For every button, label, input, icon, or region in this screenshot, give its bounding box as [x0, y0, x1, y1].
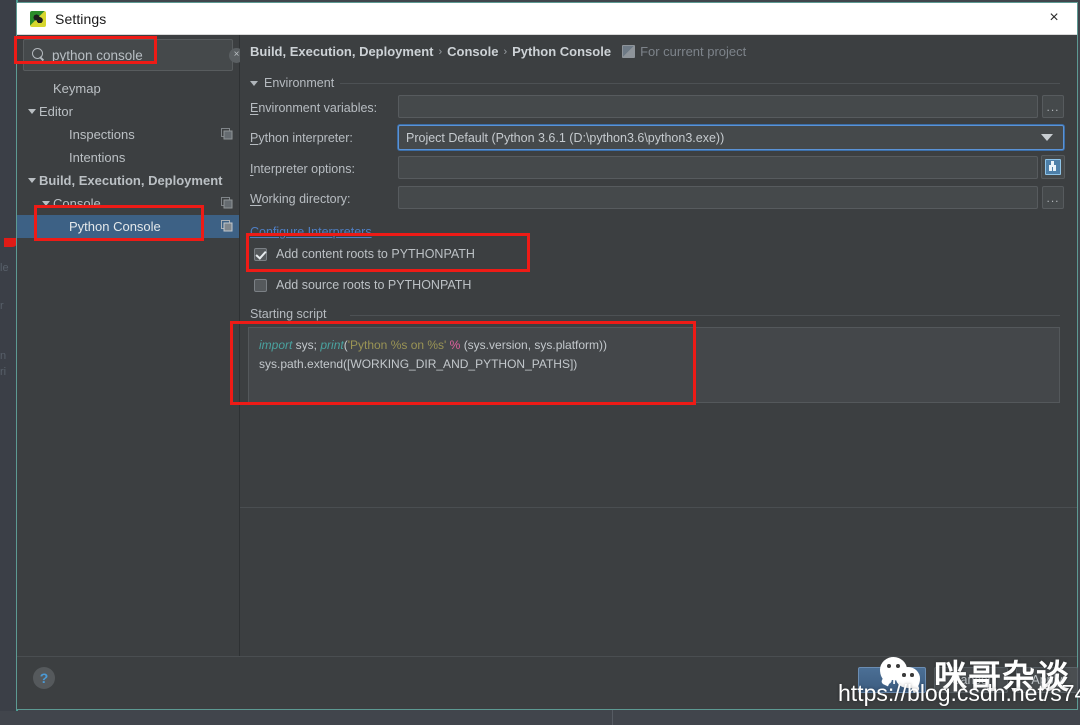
working-directory-label: Working directory: — [250, 192, 351, 206]
search-box[interactable]: × — [23, 39, 244, 71]
chevron-down-icon — [250, 80, 258, 86]
sidebar-item-keymap[interactable]: Keymap — [17, 77, 239, 100]
ok-button[interactable]: OK — [858, 667, 926, 693]
dialog-title: Settings — [55, 10, 107, 27]
starting-script-editor[interactable]: import sys; print('Python %s on %s' % (s… — [248, 327, 1060, 403]
python-interpreter-label-text: Python interpreter: — [250, 131, 353, 145]
settings-sidebar: × Keymap Editor Inspections Intentions Build… — [17, 35, 244, 656]
chevron-down-icon — [28, 178, 36, 183]
chevron-down-icon[interactable] — [1041, 134, 1053, 141]
env-vars-label-text: Environment variables: — [250, 101, 378, 115]
python-interpreter-combobox[interactable]: Project Default (Python 3.6.1 (D:\python… — [398, 125, 1064, 150]
tree-expander[interactable] — [25, 178, 39, 183]
settings-tree: Keymap Editor Inspections Intentions Build, … — [17, 77, 239, 238]
settings-content-pane: Build, Execution, Deployment › Console ›… — [240, 35, 1077, 656]
chevron-down-icon — [28, 109, 36, 114]
scope-indicator[interactable]: For current project — [622, 44, 746, 59]
sidebar-item-label: Build, Execution, Deployment — [39, 173, 223, 188]
working-directory-browse-button[interactable]: ... — [1042, 186, 1064, 209]
breadcrumb: Build, Execution, Deployment › Console ›… — [250, 44, 746, 59]
sidebar-item-label: Inspections — [69, 127, 135, 142]
breadcrumb-part-2[interactable]: Python Console — [512, 44, 611, 59]
project-scope-icon — [220, 196, 233, 209]
backdrop-ghost-text: ri — [0, 366, 7, 378]
backdrop-ghost-text: le — [0, 262, 9, 274]
help-button[interactable]: ? — [33, 667, 55, 689]
sidebar-item-label: Console — [53, 196, 101, 211]
sidebar-item-inspections[interactable]: Inspections — [17, 123, 239, 146]
working-directory-label-text: Working directory: — [250, 192, 351, 206]
script-after-import: sys; — [292, 338, 321, 352]
sidebar-item-label: Editor — [39, 104, 73, 119]
project-scope-icon — [220, 127, 233, 140]
add-content-roots-checkbox-row[interactable]: Add content roots to PYTHONPATH — [254, 247, 475, 261]
backdrop-ghost-text: n — [0, 350, 7, 362]
script-string-literal: 'Python %s on %s' — [347, 338, 447, 352]
environment-section-label: Environment — [264, 76, 335, 90]
sidebar-item-build-execution-deployment[interactable]: Build, Execution, Deployment — [17, 169, 239, 192]
tree-expander[interactable] — [25, 109, 39, 114]
sidebar-item-editor[interactable]: Editor — [17, 100, 239, 123]
sidebar-item-intentions[interactable]: Intentions — [17, 146, 239, 169]
project-scope-icon — [220, 219, 233, 232]
apply-button[interactable]: Apply — [1016, 667, 1078, 693]
sidebar-item-label: Intentions — [69, 150, 126, 165]
configure-interpreters-link[interactable]: Configure Interpreters — [250, 225, 372, 239]
environment-section-header[interactable]: Environment — [250, 76, 334, 90]
add-source-roots-label: Add source roots to PYTHONPATH — [276, 278, 472, 292]
pycharm-icon — [30, 10, 46, 27]
add-content-roots-label: Add content roots to PYTHONPATH — [276, 247, 475, 261]
script-line-2: sys.path.extend([WORKING_DIR_AND_PYTHON_… — [259, 357, 578, 371]
add-source-roots-checkbox-row[interactable]: Add source roots to PYTHONPATH — [254, 278, 471, 292]
dialog-titlebar: Settings × — [17, 3, 1077, 35]
add-content-roots-checkbox[interactable] — [254, 247, 267, 261]
section-divider — [350, 315, 1060, 316]
add-interpreter-button[interactable] — [1041, 155, 1065, 179]
section-divider — [340, 83, 1060, 84]
content-bottom-divider — [240, 507, 1077, 508]
dialog-footer: ? OK Cancel Apply — [17, 656, 1078, 709]
env-vars-input[interactable] — [398, 95, 1038, 118]
cancel-button[interactable]: Cancel — [934, 667, 1008, 693]
env-vars-label: Environment variables: — [250, 101, 377, 115]
search-input[interactable] — [52, 47, 229, 63]
starting-script-label: Starting script — [250, 307, 327, 321]
sidebar-item-label: Python Console — [69, 219, 161, 234]
env-vars-browse-button[interactable]: ... — [1042, 95, 1064, 118]
backdrop-ghost-text: r — [0, 300, 4, 312]
breadcrumb-separator: › — [503, 45, 508, 58]
backdrop-bottom-band — [0, 711, 1080, 725]
project-scope-icon — [622, 45, 636, 58]
script-percent-operator: % — [446, 338, 464, 352]
script-line-1: import sys; print('Python %s on %s' % (s… — [259, 336, 1049, 355]
interpreter-options-input[interactable] — [398, 156, 1038, 179]
close-icon[interactable]: × — [1031, 3, 1077, 33]
script-line1-tail: (sys.version, sys.platform)) — [463, 338, 608, 352]
sidebar-item-console[interactable]: Console — [17, 192, 239, 215]
sidebar-item-python-console[interactable]: Python Console — [17, 215, 239, 238]
breadcrumb-separator: › — [438, 45, 443, 58]
working-directory-input[interactable] — [398, 186, 1038, 209]
sidebar-item-label: Keymap — [53, 81, 101, 96]
settings-dialog: Settings × × Keymap Editor Inspections Inte… — [16, 2, 1078, 710]
breadcrumb-part-0[interactable]: Build, Execution, Deployment — [250, 44, 433, 59]
search-icon — [32, 48, 46, 62]
keyword-print: print — [320, 338, 344, 352]
python-interpreter-label: Python interpreter: — [250, 131, 353, 145]
add-interpreter-icon — [1045, 159, 1061, 175]
interpreter-options-label: Interpreter options: — [250, 162, 355, 176]
chevron-down-icon — [42, 201, 50, 206]
tree-expander[interactable] — [39, 201, 53, 206]
breadcrumb-part-1[interactable]: Console — [447, 44, 498, 59]
interpreter-options-label-text: Interpreter options: — [250, 162, 355, 176]
scope-label: For current project — [640, 44, 747, 59]
starting-script-section-header: Starting script — [250, 307, 326, 321]
add-source-roots-checkbox[interactable] — [254, 278, 267, 292]
dialog-body: × Keymap Editor Inspections Intentions Build… — [17, 35, 1077, 656]
keyword-import: import — [259, 338, 293, 352]
